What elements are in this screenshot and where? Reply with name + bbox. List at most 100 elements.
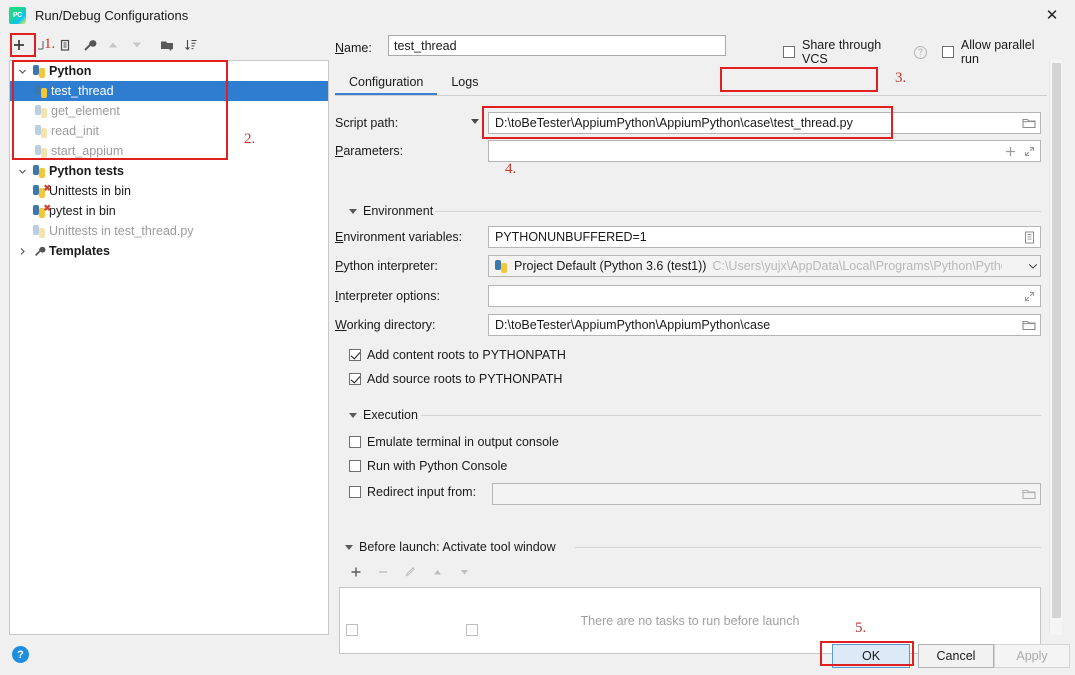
interpreter-options-input[interactable] <box>488 285 1041 307</box>
configurations-tree[interactable]: Python test_thread get_element read_init… <box>9 60 329 635</box>
before-launch-section-header[interactable]: Before launch: Activate tool window <box>345 540 556 554</box>
ok-label: OK <box>861 649 881 663</box>
python-icon <box>30 64 48 78</box>
add-source-roots-label[interactable]: Add source roots to PYTHONPATH <box>367 372 562 386</box>
add-source-roots-row[interactable]: Add source roots to PYTHONPATH <box>349 372 562 386</box>
tree-item-label: Unittests in test_thread.py <box>49 224 194 238</box>
sort-configurations-button[interactable] <box>180 34 202 56</box>
emulate-terminal-checkbox[interactable] <box>349 436 361 448</box>
script-path-input[interactable]: D:\toBeTester\AppiumPython\AppiumPython\… <box>488 112 1041 134</box>
emulate-terminal-row[interactable]: Emulate terminal in output console <box>349 435 559 449</box>
add-configuration-button[interactable] <box>8 34 30 56</box>
tree-item-unittests-in-test-thread[interactable]: Unittests in test_thread.py <box>10 221 328 241</box>
python-icon <box>32 144 50 158</box>
allow-parallel-run-label[interactable]: Allow parallel run <box>961 38 1053 66</box>
run-with-python-console-label[interactable]: Run with Python Console <box>367 459 507 473</box>
tree-item-start-appium[interactable]: start_appium <box>10 141 328 161</box>
chevron-down-icon[interactable] <box>349 208 357 214</box>
edit-templates-button[interactable] <box>78 34 100 56</box>
expand-icon[interactable] <box>1019 285 1039 307</box>
scrollbar-thumb[interactable] <box>1052 63 1061 618</box>
python-icon <box>32 84 50 98</box>
python-icon <box>32 124 50 138</box>
allow-parallel-run-checkbox[interactable] <box>941 46 954 58</box>
parameters-input[interactable] <box>488 140 1041 162</box>
redirect-input-row[interactable]: Redirect input from: <box>349 485 476 499</box>
chevron-down-icon[interactable] <box>1023 255 1043 277</box>
tree-item-read-init[interactable]: read_init <box>10 121 328 141</box>
tree-item-pytest-in-bin[interactable]: ✖ pytest in bin <box>10 201 328 221</box>
clipped-checkbox-2[interactable] <box>466 624 478 636</box>
tab-label: Configuration <box>349 75 424 89</box>
vertical-scrollbar[interactable] <box>1049 60 1062 635</box>
clipped-checkbox-1[interactable] <box>346 624 358 636</box>
interpreter-options-label: Interpreter options: <box>335 289 440 303</box>
copy-configuration-button[interactable] <box>54 34 76 56</box>
run-with-python-console-row[interactable]: Run with Python Console <box>349 459 507 473</box>
question-mark-icon[interactable]: ? <box>913 45 927 59</box>
run-with-python-console-checkbox[interactable] <box>349 460 361 472</box>
chevron-down-icon[interactable] <box>349 412 357 418</box>
move-task-down-button[interactable] <box>457 565 471 579</box>
move-into-folder-button[interactable] <box>156 34 178 56</box>
move-up-button[interactable] <box>102 34 124 56</box>
chevron-right-icon[interactable] <box>14 247 30 256</box>
ok-button[interactable]: OK <box>832 644 910 668</box>
chevron-down-icon[interactable] <box>14 167 30 176</box>
tree-item-python-tests[interactable]: Python tests <box>10 161 328 181</box>
redirect-input-path-input[interactable] <box>492 483 1041 505</box>
tab-logs[interactable]: Logs <box>437 68 492 96</box>
script-path-mode-dropdown-icon[interactable] <box>471 119 479 124</box>
move-task-up-button[interactable] <box>430 565 444 579</box>
python-interpreter-dropdown[interactable]: Project Default (Python 3.6 (test1)) C:\… <box>488 255 1041 277</box>
list-edit-icon[interactable] <box>1019 226 1039 248</box>
name-input[interactable] <box>388 35 726 56</box>
environment-section-header[interactable]: Environment <box>349 204 433 218</box>
close-icon[interactable]: ✕ <box>1029 0 1075 30</box>
emulate-terminal-label[interactable]: Emulate terminal in output console <box>367 435 559 449</box>
move-down-button[interactable] <box>126 34 148 56</box>
before-launch-toolbar <box>349 565 471 579</box>
redirect-input-checkbox[interactable] <box>349 486 361 498</box>
tab-label: Logs <box>451 75 479 89</box>
pencil-icon[interactable] <box>403 565 417 579</box>
add-content-roots-checkbox[interactable] <box>349 349 361 361</box>
folder-browse-icon[interactable] <box>1019 314 1039 336</box>
tree-item-get-element[interactable]: get_element <box>10 101 328 121</box>
tree-item-label: Templates <box>49 244 110 258</box>
environment-variables-input[interactable]: PYTHONUNBUFFERED=1 <box>488 226 1041 248</box>
apply-button[interactable]: Apply <box>994 644 1070 668</box>
add-source-roots-checkbox[interactable] <box>349 373 361 385</box>
header-checkboxes: Share through VCS ? Allow parallel run <box>783 38 1053 66</box>
add-content-roots-row[interactable]: Add content roots to PYTHONPATH <box>349 348 566 362</box>
add-task-button[interactable] <box>349 565 363 579</box>
apply-label: Apply <box>1016 649 1048 663</box>
share-through-vcs-label[interactable]: Share through VCS <box>802 38 907 66</box>
title-bar: Run/Debug Configurations ✕ <box>0 0 1075 30</box>
add-content-roots-label[interactable]: Add content roots to PYTHONPATH <box>367 348 566 362</box>
chevron-down-icon[interactable] <box>14 67 30 76</box>
tree-item-unittests-in-bin[interactable]: ✖ Unittests in bin <box>10 181 328 201</box>
working-directory-input[interactable]: D:\toBeTester\AppiumPython\AppiumPython\… <box>488 314 1041 336</box>
tree-item-test-thread[interactable]: test_thread <box>10 81 328 101</box>
annotation-number-4: 4. <box>505 161 517 177</box>
tree-item-python[interactable]: Python <box>10 61 328 81</box>
folder-browse-icon[interactable] <box>1019 112 1039 134</box>
python-test-icon <box>30 224 48 238</box>
expand-icon[interactable] <box>1019 140 1039 162</box>
redirect-input-label[interactable]: Redirect input from: <box>367 485 476 499</box>
cancel-button[interactable]: Cancel <box>918 644 994 668</box>
chevron-down-icon[interactable] <box>345 544 353 550</box>
tab-configuration[interactable]: Configuration <box>335 68 438 96</box>
share-through-vcs-checkbox[interactable] <box>783 46 795 58</box>
section-divider <box>421 415 1041 416</box>
remove-configuration-button[interactable] <box>32 34 52 56</box>
python-interpreter-path-hint: C:\Users\yujx\AppData\Local\Programs\Pyt… <box>712 259 1003 273</box>
section-divider <box>435 211 1041 212</box>
execution-section-header[interactable]: Execution <box>349 408 418 422</box>
plus-icon[interactable] <box>1000 140 1020 162</box>
help-icon[interactable]: ? <box>12 646 29 663</box>
folder-browse-icon[interactable] <box>1019 483 1039 505</box>
remove-task-button[interactable] <box>376 565 390 579</box>
tree-item-templates[interactable]: Templates <box>10 241 328 261</box>
